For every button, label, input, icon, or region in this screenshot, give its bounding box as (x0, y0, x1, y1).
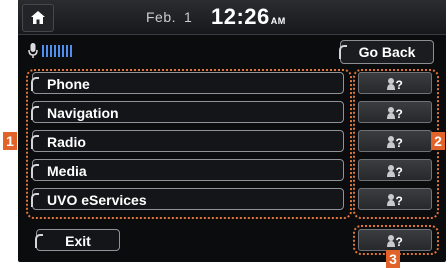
svg-text:?: ? (396, 235, 403, 248)
svg-text:?: ? (396, 107, 403, 120)
voice-level-meter (42, 45, 74, 57)
date-month: Feb. (146, 9, 177, 25)
bracket-decoration (31, 77, 39, 91)
clock-time: 12:26 (211, 4, 270, 29)
go-back-label: Go Back (358, 44, 416, 60)
voice-help-icon: ? (387, 107, 403, 120)
microphone-icon (28, 43, 38, 58)
voice-help-icon: ? (387, 194, 403, 207)
menu-item-navigation[interactable]: Navigation (31, 101, 344, 123)
go-back-button[interactable]: Go Back (339, 40, 434, 64)
help-button-phone[interactable]: ? (358, 72, 432, 94)
bracket-decoration (31, 164, 39, 178)
voice-help-icon: ? (387, 136, 403, 149)
head-unit-screen: Feb. 1 12:26AM Go Back Phone Navigation R… (18, 0, 446, 262)
menu-item-phone[interactable]: Phone (31, 72, 344, 94)
svg-text:?: ? (396, 194, 403, 207)
callout-1: 1 (3, 132, 17, 150)
date-display: Feb. 1 (146, 9, 192, 25)
menu-item-radio[interactable]: Radio (31, 130, 344, 152)
svg-text:?: ? (396, 78, 403, 91)
voice-help-icon: ? (387, 78, 403, 91)
bracket-decoration (339, 45, 347, 59)
help-button-media[interactable]: ? (358, 159, 432, 181)
voice-recognition-bar: Go Back (18, 40, 446, 64)
menu-item-label: Radio (47, 134, 86, 150)
help-button-navigation[interactable]: ? (358, 101, 432, 123)
exit-button[interactable]: Exit (35, 229, 120, 251)
clock-ampm: AM (270, 16, 286, 26)
callout-3: 3 (386, 250, 400, 268)
voice-help-icon: ? (387, 235, 403, 248)
callout-2: 2 (431, 132, 445, 150)
home-icon (31, 11, 45, 24)
menu-item-media[interactable]: Media (31, 159, 344, 181)
svg-text:?: ? (396, 165, 403, 178)
bracket-decoration (31, 106, 39, 120)
home-button[interactable] (22, 4, 54, 32)
clock: 12:26AM (211, 4, 286, 30)
menu-item-label: UVO eServices (47, 192, 147, 208)
voice-help-icon: ? (387, 165, 403, 178)
date-day: 1 (184, 9, 193, 25)
help-button-uvo-eservices[interactable]: ? (358, 188, 432, 210)
help-button-exit[interactable]: ? (358, 229, 432, 251)
status-bar: Feb. 1 12:26AM (18, 0, 446, 35)
menu-item-label: Navigation (47, 105, 119, 121)
menu-item-label: Media (47, 163, 87, 179)
menu-item-uvo-eservices[interactable]: UVO eServices (31, 188, 344, 210)
bracket-decoration (31, 135, 39, 149)
exit-label: Exit (65, 233, 91, 249)
menu-item-label: Phone (47, 76, 90, 92)
bracket-decoration (31, 193, 39, 207)
svg-text:?: ? (396, 136, 403, 149)
help-button-radio[interactable]: ? (358, 130, 432, 152)
bracket-decoration (35, 234, 43, 248)
